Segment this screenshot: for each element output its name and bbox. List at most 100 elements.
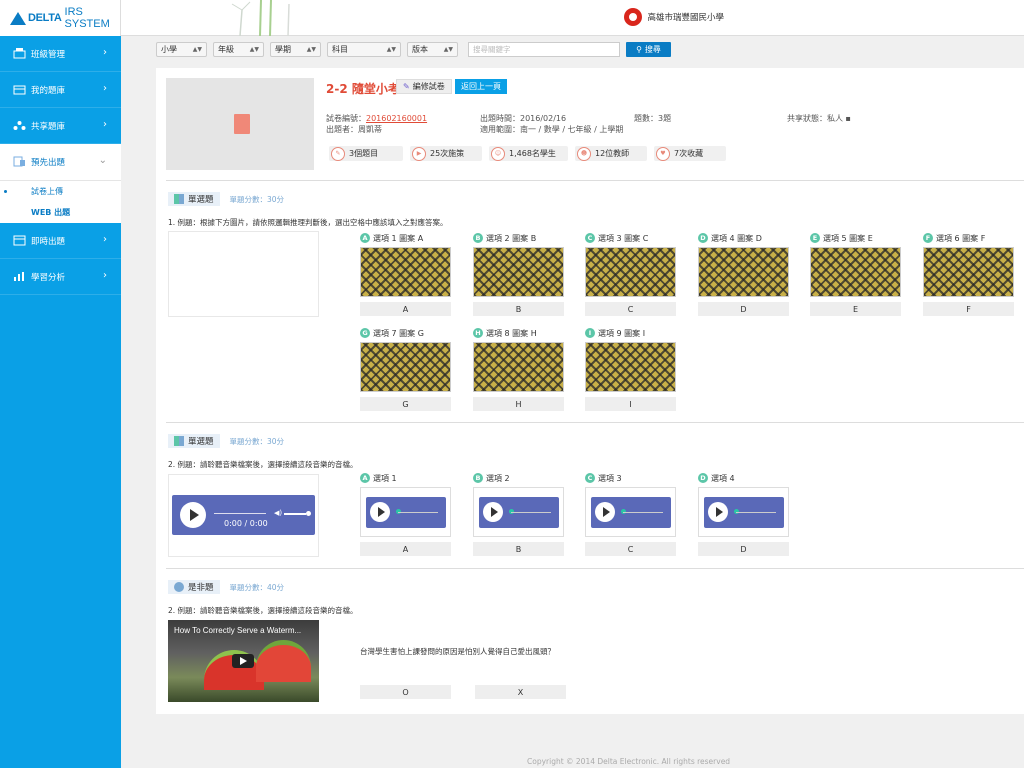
stat-favorites: ♥ 7次收藏 — [654, 146, 726, 161]
option-answer[interactable]: G — [360, 397, 451, 411]
audio-option-b[interactable]: B 選項 2B — [473, 472, 564, 556]
option-answer[interactable]: E — [810, 302, 901, 316]
select-arrow-icon: ▲▼ — [192, 45, 202, 53]
audio-option-a[interactable]: A 選項 1A — [360, 472, 451, 556]
pattern-image — [473, 247, 564, 297]
sidebar-submenu: 試卷上傳 WEB 出題 — [0, 180, 121, 223]
back-button[interactable]: 返回上一頁 — [455, 79, 507, 94]
delta-logo-icon — [10, 11, 26, 25]
play-icon[interactable] — [708, 502, 728, 522]
option-g[interactable]: G 選項 7 圖案 GG — [360, 327, 451, 411]
option-letter-icon: C — [585, 233, 595, 243]
system-name: IRS SYSTEM — [64, 6, 110, 30]
volume-slider[interactable] — [284, 513, 306, 515]
paper-share: 共享狀態：私人 ▪ — [787, 113, 851, 124]
paper-thumbnail — [166, 78, 314, 170]
option-answer[interactable]: A — [360, 302, 451, 316]
audio-player-small[interactable] — [473, 487, 564, 537]
option-letter-icon: G — [360, 328, 370, 338]
option-d[interactable]: D 選項 4 圖案 DD — [698, 232, 789, 316]
paper-id-link[interactable]: 201602160001 — [366, 114, 427, 123]
option-a[interactable]: A 選項 1 圖案 AA — [360, 232, 451, 316]
stat-runs: ▶ 25次施策 — [410, 146, 482, 161]
app-logo[interactable]: DELTA IRS SYSTEM — [0, 0, 121, 36]
play-icon[interactable] — [595, 502, 615, 522]
chevron-right-icon: › — [103, 270, 107, 281]
pattern-image — [585, 342, 676, 392]
answer-o-button[interactable]: O — [360, 685, 451, 699]
option-letter-icon: I — [585, 328, 595, 338]
option-answer[interactable]: F — [923, 302, 1014, 316]
level-select[interactable]: 小學 ▲▼ — [156, 41, 207, 57]
grid-icon — [174, 436, 184, 446]
option-e[interactable]: E 選項 5 圖案 EE — [810, 232, 901, 316]
watermelon-image — [256, 640, 311, 682]
version-select[interactable]: 版本 ▲▼ — [407, 41, 458, 57]
semester-select[interactable]: 學期 ▲▼ — [270, 41, 321, 57]
video-title[interactable]: How To Correctly Serve a Waterm... — [174, 626, 301, 635]
question-text: 1. 例題：根據下方圖片，請依照邏輯推理判斷後，選出空格中應該填入之對應答案。 — [168, 218, 448, 227]
option-b[interactable]: B 選項 2 圖案 BB — [473, 232, 564, 316]
sidebar-item-my-bank[interactable]: 我的題庫 › — [0, 72, 121, 108]
volume-handle[interactable] — [306, 511, 311, 516]
search-button[interactable]: ⚲ 搜尋 — [626, 41, 671, 57]
sidebar-subitem-web[interactable]: WEB 出題 — [0, 202, 121, 223]
select-value: 學期 — [275, 44, 291, 54]
video-player[interactable]: How To Correctly Serve a Waterm... — [168, 620, 319, 702]
option-c[interactable]: C 選項 3 圖案 CC — [585, 232, 676, 316]
option-answer[interactable]: C — [585, 542, 676, 556]
stat-teachers: ☻ 12位教師 — [575, 146, 647, 161]
option-answer[interactable]: I — [585, 397, 676, 411]
play-icon[interactable] — [483, 502, 503, 522]
pencil-icon: ✎ — [331, 146, 345, 161]
sidebar-subitem-upload[interactable]: 試卷上傳 — [0, 181, 121, 202]
share-label: 共享狀態：私人 — [787, 114, 843, 123]
audio-track[interactable] — [214, 513, 266, 514]
option-answer[interactable]: D — [698, 542, 789, 556]
option-letter-icon: C — [585, 473, 595, 483]
option-answer[interactable]: A — [360, 542, 451, 556]
option-answer[interactable]: H — [473, 397, 564, 411]
option-h[interactable]: H 選項 8 圖案 HH — [473, 327, 564, 411]
sidebar-item-realtime[interactable]: 即時出題 › — [0, 223, 121, 259]
play-icon[interactable] — [180, 502, 206, 528]
paper-author: 出題者：周凱蒂 — [326, 125, 382, 134]
sidebar-item-shared-bank[interactable]: 共享題庫 › — [0, 108, 121, 144]
audio-player-small[interactable] — [585, 487, 676, 537]
option-letter-icon: B — [473, 233, 483, 243]
audio-player-small[interactable] — [360, 487, 451, 537]
option-i[interactable]: I 選項 9 圖案 II — [585, 327, 676, 411]
option-answer[interactable]: B — [473, 302, 564, 316]
option-answer[interactable]: C — [585, 302, 676, 316]
question-header: 單選題 單題分數：30分 — [168, 434, 284, 448]
search-input[interactable]: 搜尋關鍵字 — [468, 41, 620, 57]
audio-player[interactable]: 0:00 / 0:00 ◀) — [172, 495, 315, 535]
edit-paper-button[interactable]: ✎ 編修試卷 — [396, 79, 452, 94]
option-answer[interactable]: B — [473, 542, 564, 556]
grade-select[interactable]: 年級 ▲▼ — [213, 41, 264, 57]
video-play-icon[interactable] — [232, 654, 254, 668]
option-label: 選項 4 圖案 D — [711, 233, 762, 243]
subject-select[interactable]: 科目 ▲▼ — [327, 41, 401, 57]
option-answer[interactable]: D — [698, 302, 789, 316]
search-icon: ⚲ — [636, 44, 642, 54]
option-label: 選項 6 圖案 F — [936, 233, 986, 243]
sidebar-item-analysis[interactable]: 學習分析 › — [0, 259, 121, 295]
sidebar-item-class[interactable]: 班級管理 › — [0, 36, 121, 72]
audio-option-d[interactable]: D 選項 4D — [698, 472, 789, 556]
pattern-image — [360, 342, 451, 392]
sidebar-item-prepare[interactable]: 預先出題 ⌄ — [0, 144, 121, 180]
option-f[interactable]: F 選項 6 圖案 FF — [923, 232, 1014, 316]
option-letter-icon: A — [360, 233, 370, 243]
question-text: 2. 例題：請聆聽音樂檔案後，選擇接續這段音樂的音檔。 — [168, 606, 358, 615]
volume-icon[interactable]: ◀) — [274, 509, 282, 517]
question-header: 是非題 單題分數：40分 — [168, 580, 284, 594]
answer-x-button[interactable]: X — [475, 685, 566, 699]
chevron-right-icon: › — [103, 119, 107, 130]
question-type-badge: 單選題 — [168, 434, 220, 448]
option-letter-icon: B — [473, 473, 483, 483]
play-icon[interactable] — [370, 502, 390, 522]
audio-player-small[interactable] — [698, 487, 789, 537]
option-letter-icon: D — [698, 473, 708, 483]
audio-option-c[interactable]: C 選項 3C — [585, 472, 676, 556]
